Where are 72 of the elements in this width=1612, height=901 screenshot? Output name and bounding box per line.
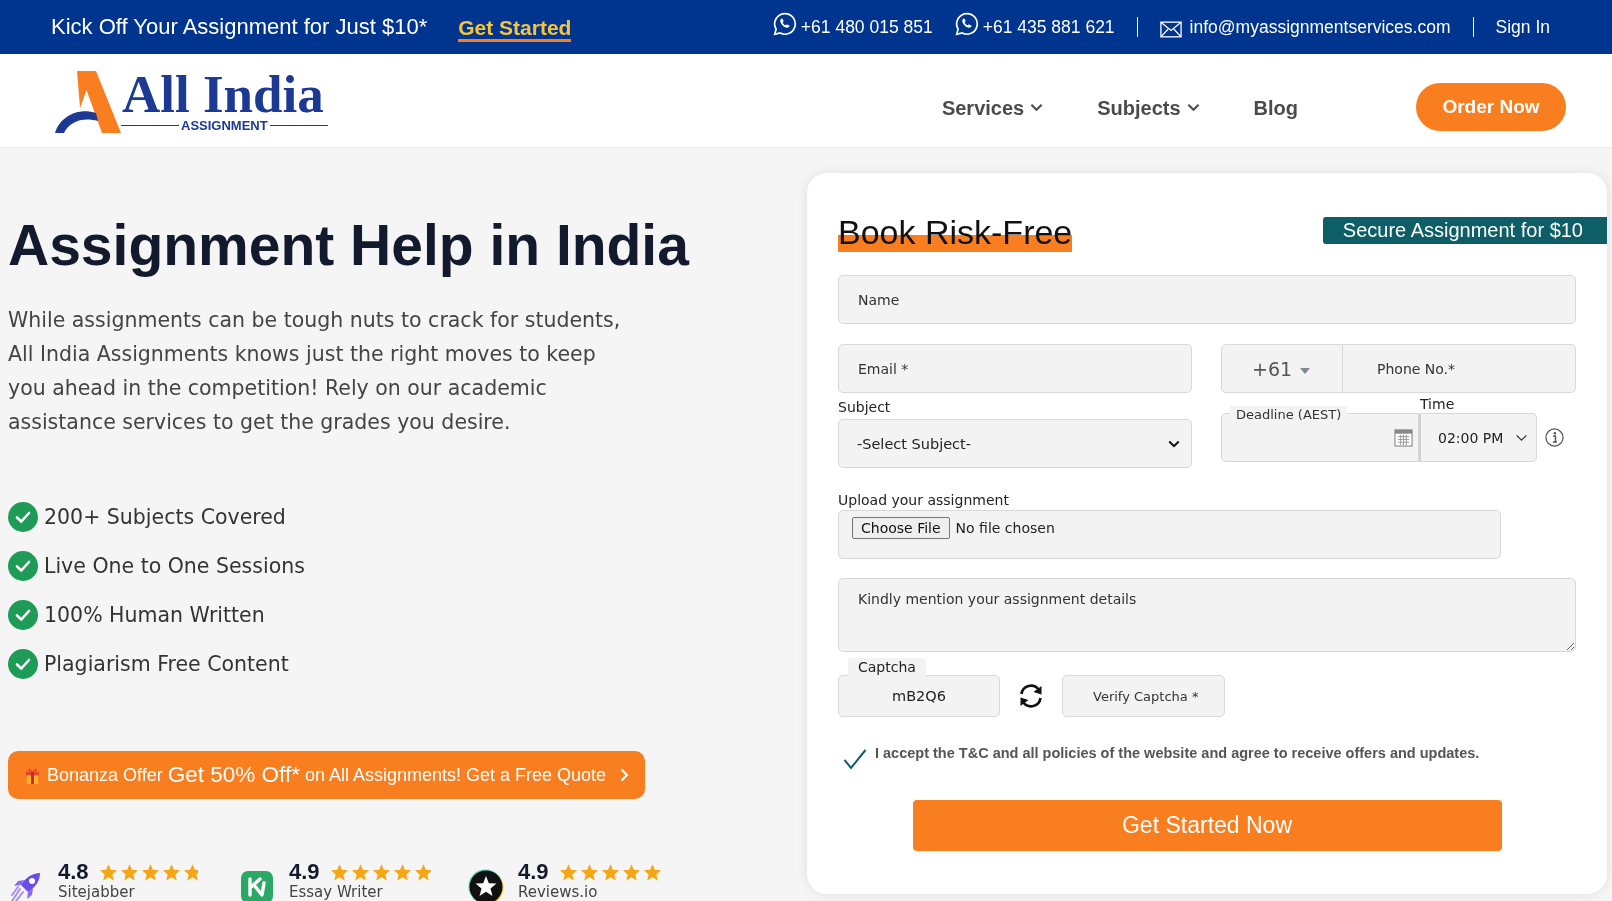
subject-select[interactable]: -Select Subject- [838, 419, 1192, 468]
feature-text: 100% Human Written [44, 603, 265, 627]
captcha-answer-field[interactable]: Verify Captcha * [1062, 675, 1225, 717]
subject-label: Subject [838, 399, 891, 416]
check-circle-icon [8, 551, 38, 581]
caret-down-icon [1300, 367, 1311, 374]
star-icon [161, 862, 181, 882]
nav-link[interactable]: Subjects [1097, 96, 1200, 120]
file-upload-field[interactable]: Choose File No file chosen [838, 510, 1501, 559]
email-link[interactable]: info@myassignmentservices.com [1189, 16, 1451, 38]
phone-link[interactable]: +61 480 015 851 [800, 16, 933, 38]
logo-mark-icon [55, 70, 121, 133]
feature-text: 200+ Subjects Covered [44, 505, 286, 529]
nav-link[interactable]: Blog [1253, 96, 1298, 120]
rating-source: Reviews.io [518, 884, 598, 900]
sign-in-link[interactable]: Sign In [1495, 16, 1550, 38]
star-icon [140, 862, 160, 882]
rating-source: Sitejabber [58, 884, 135, 900]
rating-score: 4.9 [289, 859, 320, 885]
refresh-icon[interactable] [1017, 683, 1045, 709]
star-icon [558, 862, 578, 882]
mail-icon [1159, 20, 1182, 38]
email-field[interactable]: Email * [838, 344, 1192, 393]
agree-text: I accept the T&C and all policies of the website and agree to receive offers and updates. [875, 744, 1480, 761]
star-icon [119, 862, 139, 882]
star-icon [579, 862, 599, 882]
promo-message: Kick Off Your Assignment for Just $10* [51, 14, 428, 40]
rating-source: Essay Writer [289, 884, 383, 900]
feature-text: Live One to One Sessions [44, 554, 305, 578]
rating-score: 4.8 [58, 859, 89, 885]
feature-text: Plagiarism Free Content [44, 652, 289, 676]
star-icon [413, 862, 431, 882]
phone-field[interactable]: Phone No.* [1343, 344, 1576, 393]
rating-score: 4.9 [518, 859, 549, 885]
get-started-link[interactable]: Get Started [458, 16, 572, 42]
nav-link[interactable]: Services [941, 96, 1044, 120]
choose-file-button[interactable]: Choose File [852, 517, 950, 539]
star-icon [329, 862, 349, 882]
hero-description: While assignments can be tough nuts to crack for students, All India Assignments knows just the right moves to keep you ahead in the competition! Rely on our academic assistance services to get the grades you desire. [8, 307, 622, 436]
star-icon [98, 862, 118, 882]
chevron-right-icon [620, 768, 630, 782]
upload-label: Upload your assignment [838, 492, 1009, 509]
name-field[interactable]: Name [838, 275, 1576, 324]
star-icon [621, 862, 641, 882]
whatsapp-icon[interactable] [772, 12, 797, 36]
details-field[interactable]: Kindly mention your assignment details [838, 578, 1576, 652]
phone-link[interactable]: +61 435 881 621 [982, 16, 1115, 38]
country-code-select[interactable]: +61 [1221, 344, 1343, 393]
info-icon[interactable] [1545, 428, 1564, 447]
whatsapp-icon[interactable] [954, 12, 979, 36]
file-status-text: No file chosen [955, 519, 1055, 538]
chevron-down-icon [1515, 433, 1528, 442]
check-circle-icon [8, 600, 38, 630]
star-icon [371, 862, 391, 882]
star-icon [182, 862, 198, 882]
check-circle-icon [8, 649, 38, 679]
time-label: Time [1420, 395, 1455, 413]
star-icon [350, 862, 370, 882]
logo-name: All India [122, 68, 325, 119]
hero-title: Assignment Help in India [8, 212, 691, 278]
check-circle-icon [8, 502, 38, 532]
captcha-label: Captcha [848, 658, 926, 677]
gift-icon [25, 766, 40, 784]
star-icon [600, 862, 620, 882]
time-select[interactable]: 02:00 PM [1419, 413, 1537, 462]
calendar-icon [1394, 428, 1413, 447]
captcha-code: mB2Q6 [838, 675, 1000, 717]
star-icon [642, 862, 662, 882]
star-icon [392, 862, 412, 882]
chevron-down-icon [1168, 439, 1180, 448]
logo-tagline: ASSIGNMENT [180, 118, 269, 133]
offer-ribbon: Secure Assignment for $10 [1322, 216, 1607, 244]
